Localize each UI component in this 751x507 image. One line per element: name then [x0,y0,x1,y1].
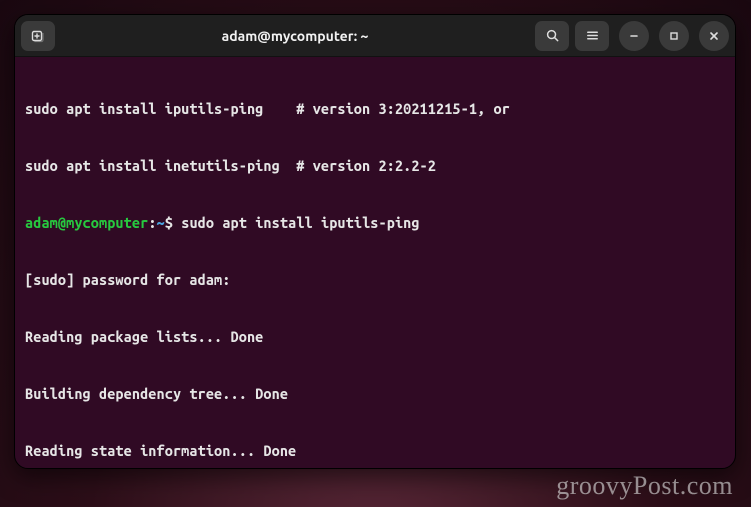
new-tab-icon [30,28,46,44]
output-line: Reading package lists... Done [25,327,725,346]
window-title: adam@mycomputer: ~ [61,28,529,44]
minimize-icon [628,30,640,42]
watermark: groovyPost.com [556,471,733,501]
terminal-window: adam@mycomputer: ~ [14,14,736,469]
prompt-userhost: adam@mycomputer [25,214,148,231]
prompt-symbol: $ [165,214,173,231]
output-line: sudo apt install inetutils-ping # versio… [25,156,725,175]
titlebar-left-group [21,21,55,51]
close-icon [708,30,720,42]
output-line: Reading state information... Done [25,441,725,460]
command-text: sudo apt install iputils-ping [173,214,420,231]
menu-button[interactable] [575,21,609,51]
output-line: sudo apt install iputils-ping # version … [25,99,725,118]
search-button[interactable] [535,21,569,51]
titlebar: adam@mycomputer: ~ [15,15,735,57]
output-line: [sudo] password for adam: [25,270,725,289]
output-line: Building dependency tree... Done [25,384,725,403]
search-icon [545,28,560,43]
maximize-button[interactable] [659,21,689,51]
close-button[interactable] [699,21,729,51]
window-controls [619,21,729,51]
terminal-body[interactable]: sudo apt install iputils-ping # version … [15,57,735,468]
hamburger-icon [585,28,600,43]
new-tab-button[interactable] [21,21,55,51]
prompt-path: ~ [157,214,165,231]
prompt-sep: : [148,214,156,231]
maximize-icon [668,30,680,42]
prompt-line: adam@mycomputer:~$ sudo apt install iput… [25,213,725,232]
minimize-button[interactable] [619,21,649,51]
